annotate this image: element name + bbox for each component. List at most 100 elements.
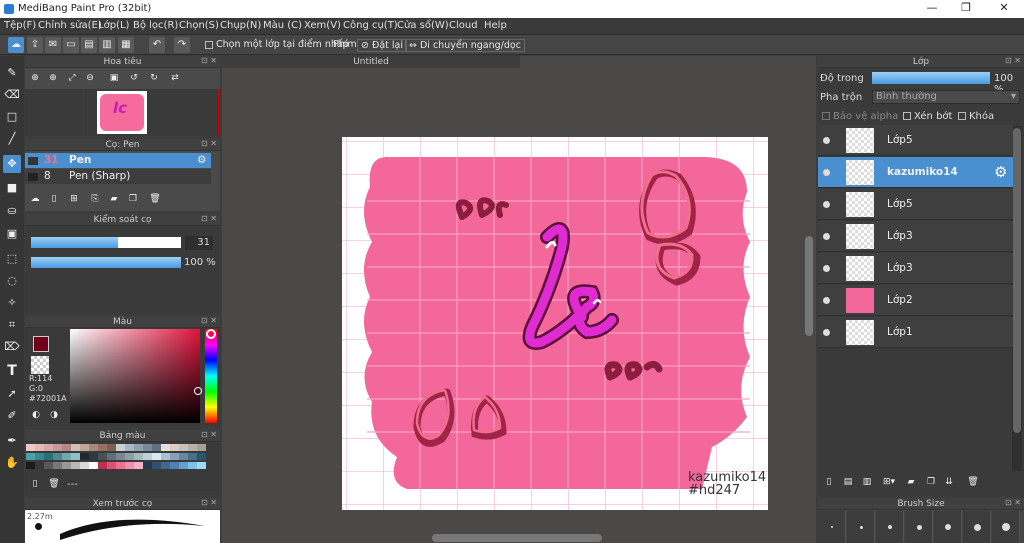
hue-slider[interactable] [205, 329, 217, 423]
rotate-left-icon[interactable]: ↺ [127, 71, 141, 85]
select-eraser-tool-icon[interactable]: ⌦ [3, 338, 21, 356]
palette-swatch[interactable] [134, 453, 143, 460]
palette-swatch[interactable] [125, 453, 134, 460]
palette-swatch[interactable] [89, 453, 98, 460]
layer-item[interactable]: Lớp5 [818, 189, 1013, 220]
palette-swatch[interactable] [134, 444, 143, 451]
brush-size-cell[interactable] [963, 511, 991, 543]
color-saturation-picker[interactable] [70, 329, 202, 423]
background-color-swatch[interactable] [31, 356, 49, 374]
palette-swatch[interactable] [80, 453, 89, 460]
palette-swatch[interactable] [53, 462, 62, 469]
palette-swatch[interactable] [152, 462, 161, 469]
visibility-icon[interactable] [823, 233, 830, 240]
grid-icon[interactable]: ▦ [118, 37, 134, 53]
palette-swatch[interactable] [26, 453, 35, 460]
visibility-icon[interactable] [823, 137, 830, 144]
zoom-out-icon[interactable]: ⊖ [83, 71, 97, 85]
magic-wand-tool-icon[interactable]: ✧ [3, 294, 21, 312]
palette-swatch[interactable] [143, 462, 152, 469]
palette-swatch[interactable] [161, 453, 170, 460]
eyedropper-tool-icon[interactable]: ✒ [3, 432, 21, 450]
brush-duplicate-icon[interactable]: ❐ [126, 192, 140, 206]
palette-swatch[interactable] [197, 444, 206, 451]
layer-settings-icon[interactable]: ⚙ [994, 163, 1007, 181]
brush-size-cell[interactable] [934, 511, 962, 543]
layer-scrollbar[interactable] [1012, 126, 1022, 471]
select-pen-tool-icon[interactable]: ⌗ [3, 316, 21, 334]
rotate-right-icon[interactable]: ↻ [147, 71, 161, 85]
lasso-tool-icon[interactable]: ◌ [3, 272, 21, 290]
palette-swatch[interactable] [197, 462, 206, 469]
palette-new-icon[interactable]: ▯ [28, 477, 42, 491]
comment-icon[interactable]: ✉ [45, 37, 61, 53]
palette-swatch[interactable] [44, 444, 53, 451]
palette-swatch[interactable] [62, 444, 71, 451]
menu-window[interactable]: Cửa sổ(W) [397, 20, 449, 31]
palette-swatch[interactable] [143, 444, 152, 451]
redo-icon[interactable]: ↷ [174, 37, 190, 53]
page-icon[interactable]: ▥ [99, 37, 115, 53]
drawing-canvas[interactable]: kazumiko14 #hd247 [342, 137, 768, 510]
brush-item-pen[interactable]: 31 Pen ⚙ [25, 153, 211, 168]
palette-swatch[interactable] [188, 453, 197, 460]
palette-swatch[interactable] [161, 444, 170, 451]
palette-swatch[interactable] [71, 453, 80, 460]
layer-delete-icon[interactable]: 🗑 [966, 475, 980, 489]
palette-swatch[interactable] [116, 462, 125, 469]
layer-item[interactable]: Lớp3 [818, 221, 1013, 252]
eraser-tool-icon[interactable]: ⌫ [3, 86, 21, 104]
palette-swatch[interactable] [179, 444, 188, 451]
palette-swatch[interactable] [188, 462, 197, 469]
panel-controls-icon[interactable]: ⊡ ✕ [201, 139, 217, 148]
palette-swatch[interactable] [152, 453, 161, 460]
palette-swatch[interactable] [197, 453, 206, 460]
palette-swatch[interactable] [62, 462, 71, 469]
brush-size-cell[interactable] [905, 511, 933, 543]
menu-view[interactable]: Xem(V) [304, 20, 341, 31]
brush-item-pen-sharp[interactable]: 8 Pen (Sharp) [25, 169, 211, 184]
palette-swatch[interactable] [116, 444, 125, 451]
vertical-scrollbar[interactable] [805, 236, 813, 336]
brush-size-cell[interactable] [818, 511, 846, 543]
select-rect-tool-icon[interactable]: ⬚ [3, 250, 21, 268]
palette-swatch[interactable] [170, 453, 179, 460]
menu-color[interactable]: Màu (C) [263, 20, 302, 31]
palette-swatch[interactable] [170, 462, 179, 469]
flip-icon[interactable]: ⇄ [168, 71, 182, 85]
navigator-preview[interactable]: lc [25, 89, 220, 136]
layer-item[interactable]: Lớp3 [818, 253, 1013, 284]
visibility-icon[interactable] [823, 297, 830, 304]
palette-swatch[interactable] [53, 453, 62, 460]
minimize-button[interactable]: — [922, 1, 942, 17]
panel-controls-icon[interactable]: ⊡ ✕ [1005, 498, 1021, 507]
fill-rect-tool-icon[interactable]: ■ [3, 179, 21, 197]
palette-swatch[interactable] [116, 453, 125, 460]
menu-select[interactable]: Chọn(S) [179, 20, 219, 31]
palette-swatch[interactable] [62, 453, 71, 460]
hand-tool-icon[interactable]: ✋ [3, 454, 21, 472]
palette-swatch[interactable] [71, 444, 80, 451]
cloud-icon[interactable]: ☁ [8, 37, 24, 53]
palette-swatch[interactable] [125, 444, 134, 451]
palette-swatch[interactable] [98, 462, 107, 469]
menu-file[interactable]: Tệp(F) [4, 20, 36, 31]
palette-swatch[interactable] [71, 462, 80, 469]
share-icon[interactable]: ⇪ [27, 37, 43, 53]
palette-swatch[interactable] [107, 453, 116, 460]
reset-button[interactable]: ⊘ Đặt lại [357, 39, 408, 52]
layer-duplicate-icon[interactable]: ❐ [924, 475, 938, 489]
text-tool-icon[interactable]: T [3, 362, 21, 380]
gradient-tool-icon[interactable]: ▣ [3, 225, 21, 243]
palette-swatch[interactable] [98, 444, 107, 451]
brush-opacity-slider[interactable] [31, 257, 181, 268]
palette-swatch[interactable] [44, 462, 53, 469]
palette-swatch-grid[interactable] [26, 444, 208, 472]
brush-folder-icon[interactable]: ▰ [107, 192, 121, 206]
palette-swatch[interactable] [80, 444, 89, 451]
operation-tool-icon[interactable]: ➚ [3, 385, 21, 403]
canvas-tab[interactable]: Untitled [222, 56, 520, 68]
palette-swatch[interactable] [170, 444, 179, 451]
palette-swatch[interactable] [179, 462, 188, 469]
palette-swatch[interactable] [107, 444, 116, 451]
